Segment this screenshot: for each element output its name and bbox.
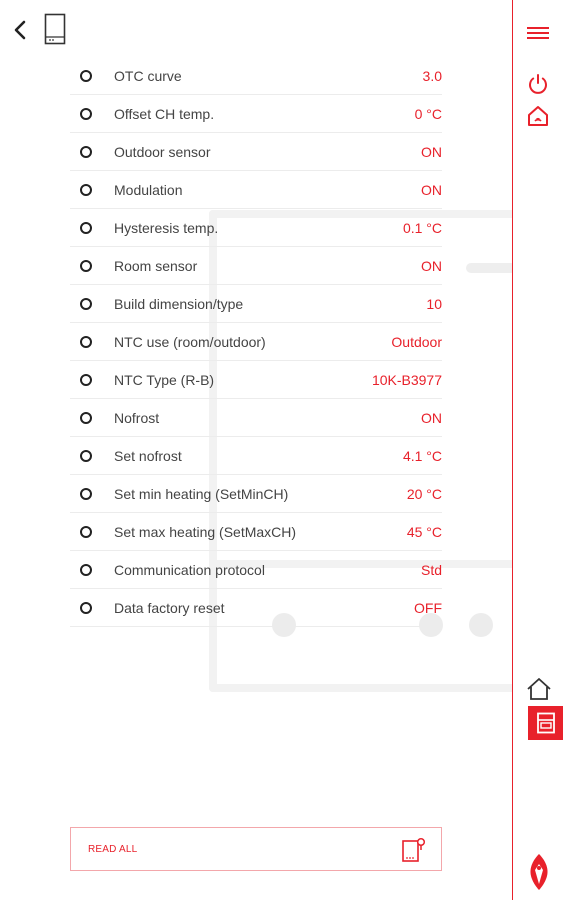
setting-row[interactable]: Data factory reset OFF: [70, 589, 442, 627]
radio-button[interactable]: [80, 487, 92, 500]
setting-label: Communication protocol: [114, 561, 265, 578]
setting-value: ON: [421, 181, 442, 198]
setting-row[interactable]: Hysteresis temp. 0.1 °C: [70, 209, 442, 247]
brand-logo: [530, 854, 548, 890]
setting-row[interactable]: Set min heating (SetMinCH) 20 °C: [70, 475, 442, 513]
radio-button[interactable]: [80, 297, 92, 310]
setting-label: Offset CH temp.: [114, 105, 215, 122]
setting-value: OFF: [414, 599, 442, 616]
background-dot: [469, 613, 493, 637]
setting-value: 20 °C: [406, 485, 442, 502]
setting-row[interactable]: Nofrost ON: [70, 399, 442, 437]
setting-label: Modulation: [114, 181, 183, 198]
setting-value: 0 °C: [414, 105, 442, 122]
setting-value: 10K-B3977: [371, 371, 442, 388]
radio-button[interactable]: [80, 145, 92, 158]
setting-value: 10: [426, 295, 442, 312]
setting-row[interactable]: Set max heating (SetMaxCH) 45 °C: [70, 513, 442, 551]
setting-row[interactable]: Set nofrost 4.1 °C: [70, 437, 442, 475]
setting-row[interactable]: Room sensor ON: [70, 247, 442, 285]
device-read-icon[interactable]: [401, 836, 427, 864]
home-icon[interactable]: [526, 677, 552, 701]
setting-value: 0.1 °C: [402, 219, 442, 236]
setting-row[interactable]: NTC use (room/outdoor) Outdoor: [70, 323, 442, 361]
radio-button[interactable]: [80, 221, 92, 234]
setting-label: Set nofrost: [114, 447, 182, 464]
setting-label: NTC Type (R-B): [114, 371, 215, 388]
setting-row[interactable]: NTC Type (R-B) 10K-B3977: [70, 361, 442, 399]
radio-button[interactable]: [80, 411, 92, 424]
setting-label: Room sensor: [114, 257, 198, 274]
setting-value: 3.0: [422, 67, 442, 84]
setting-row[interactable]: Outdoor sensor ON: [70, 133, 442, 171]
setting-row[interactable]: Build dimension/type 10: [70, 285, 442, 323]
radio-button[interactable]: [80, 563, 92, 576]
back-button[interactable]: [8, 16, 32, 44]
boiler-icon: [537, 712, 555, 734]
radio-button[interactable]: [80, 601, 92, 614]
right-sidebar: [512, 0, 563, 900]
setting-label: Data factory reset: [114, 599, 225, 616]
setting-value: ON: [421, 143, 442, 160]
setting-label: NTC use (room/outdoor): [114, 333, 266, 350]
settings-list: OTC curve 3.0 Offset CH temp. 0 °C Outdoor s…: [70, 57, 442, 627]
radio-button[interactable]: [80, 259, 92, 272]
setting-row[interactable]: Offset CH temp. 0 °C: [70, 95, 442, 133]
radio-button[interactable]: [80, 69, 92, 82]
setting-label: Hysteresis temp.: [114, 219, 219, 236]
radio-button[interactable]: [80, 183, 92, 196]
home-remote-icon[interactable]: [526, 104, 550, 128]
setting-label: Set min heating (SetMinCH): [114, 485, 289, 502]
setting-value: 4.1 °C: [402, 447, 442, 464]
setting-label: Set max heating (SetMaxCH): [114, 523, 297, 540]
chevron-left-icon: [14, 20, 26, 40]
hamburger-menu-icon[interactable]: [526, 25, 550, 41]
setting-label: Nofrost: [114, 409, 160, 426]
read-all-button[interactable]: READ ALL: [70, 827, 442, 871]
setting-value: ON: [421, 257, 442, 274]
radio-button[interactable]: [80, 525, 92, 538]
setting-value: Outdoor: [391, 333, 442, 350]
power-icon[interactable]: [526, 72, 550, 96]
setting-label: Outdoor sensor: [114, 143, 211, 160]
setting-value: Std: [420, 561, 442, 578]
read-all-label: READ ALL: [88, 844, 138, 855]
device-icon[interactable]: [44, 13, 66, 45]
setting-row[interactable]: OTC curve 3.0: [70, 57, 442, 95]
boiler-button[interactable]: [528, 706, 563, 740]
setting-row[interactable]: Modulation ON: [70, 171, 442, 209]
radio-button[interactable]: [80, 335, 92, 348]
setting-row[interactable]: Communication protocol Std: [70, 551, 442, 589]
setting-label: OTC curve: [114, 67, 182, 84]
setting-value: ON: [421, 409, 442, 426]
radio-button[interactable]: [80, 449, 92, 462]
setting-label: Build dimension/type: [114, 295, 244, 312]
radio-button[interactable]: [80, 373, 92, 386]
setting-value: 45 °C: [406, 523, 442, 540]
background-bar: [466, 263, 516, 273]
radio-button[interactable]: [80, 107, 92, 120]
